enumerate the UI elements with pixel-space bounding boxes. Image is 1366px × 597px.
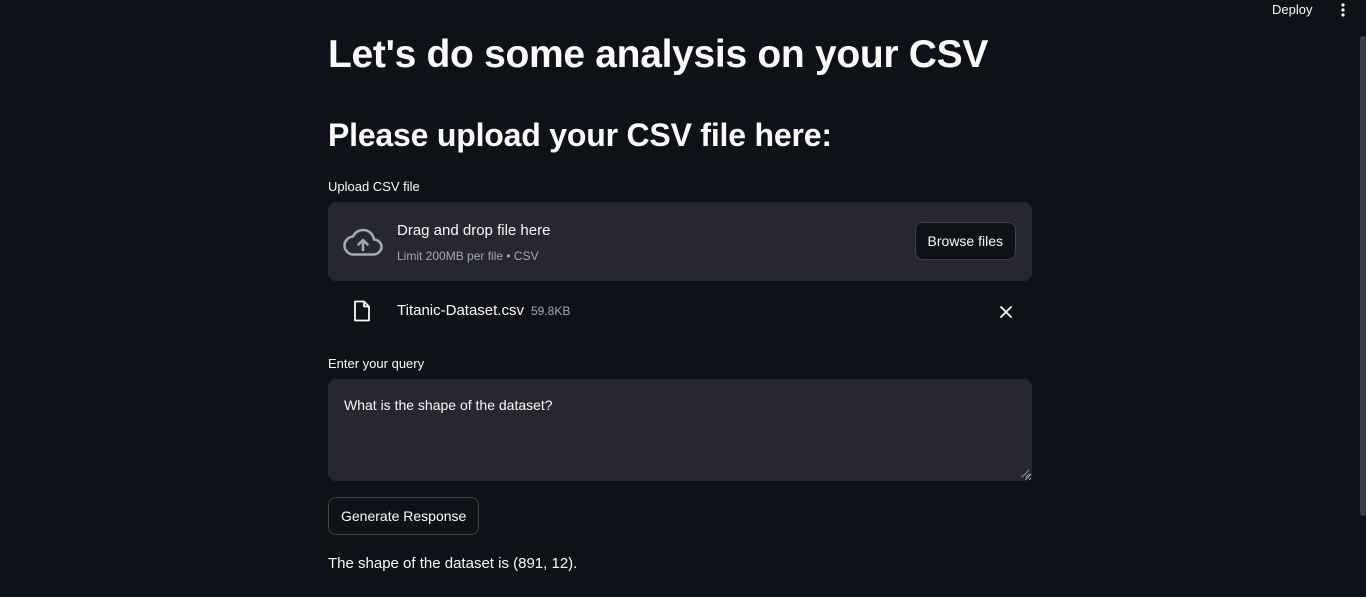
response-text: The shape of the dataset is (891, 12).: [328, 555, 578, 572]
page-subtitle: Please upload your CSV file here:: [328, 117, 832, 153]
dropzone-instructions: Drag and drop file here: [397, 222, 551, 239]
generate-response-button[interactable]: Generate Response: [328, 497, 480, 535]
dropzone-limit: Limit 200MB per file • CSV: [397, 249, 539, 263]
deploy-button[interactable]: Deploy: [1264, 1, 1320, 19]
browse-files-button[interactable]: Browse files: [914, 222, 1016, 260]
query-textarea[interactable]: What is the shape of the dataset?: [328, 379, 1032, 481]
uploaded-file-row: Titanic-Dataset.csv 59.8KB: [328, 290, 1032, 332]
kebab-menu-icon[interactable]: [1334, 1, 1352, 19]
upload-label: Upload CSV file: [328, 179, 420, 194]
query-label: Enter your query: [328, 356, 425, 371]
close-icon[interactable]: [996, 302, 1016, 322]
file-icon: [354, 300, 370, 322]
file-dropzone[interactable]: Drag and drop file here Limit 200MB per …: [328, 202, 1032, 281]
cloud-upload-icon: [343, 228, 383, 256]
app-root: Deploy Let's do some analysis on your CS…: [0, 0, 1366, 597]
page-scrollbar[interactable]: [1360, 36, 1366, 516]
uploaded-file-name: Titanic-Dataset.csv: [397, 302, 524, 319]
page-title: Let's do some analysis on your CSV: [328, 33, 989, 76]
uploaded-file-size: 59.8KB: [531, 304, 571, 318]
